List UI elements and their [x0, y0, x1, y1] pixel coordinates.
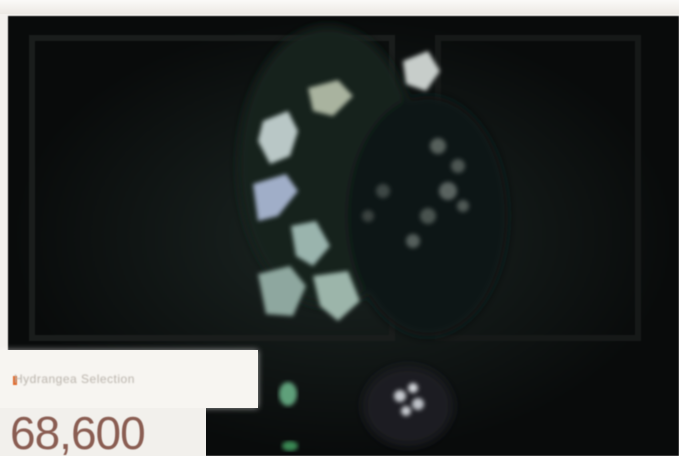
- caption-text: Hydrangea Selection: [14, 372, 135, 386]
- top-strip: [0, 0, 679, 14]
- product-image-stage: Hydrangea Selection 68,600: [0, 0, 679, 456]
- caption-card: Hydrangea Selection: [0, 350, 258, 408]
- green-leaf-tip: [282, 441, 298, 451]
- price-value: 68,600: [10, 407, 146, 456]
- green-bud: [279, 382, 297, 406]
